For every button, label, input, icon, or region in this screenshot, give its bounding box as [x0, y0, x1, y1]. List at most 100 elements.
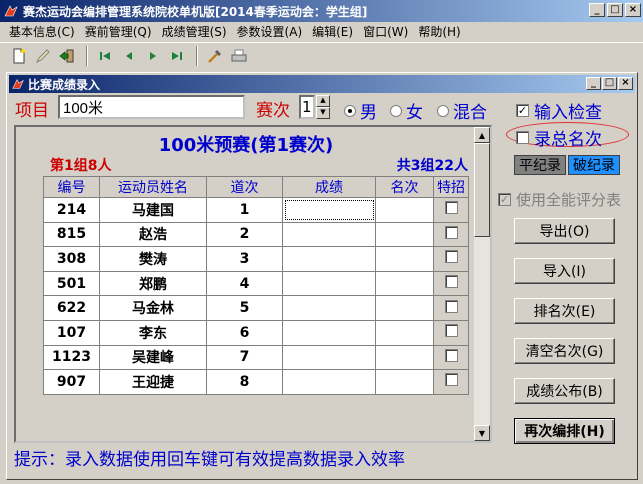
- next-icon: [150, 51, 156, 60]
- round-input[interactable]: 1: [299, 95, 315, 119]
- child-title-bar: 比赛成绩录入 _ □ ×: [9, 75, 635, 93]
- child-close-button[interactable]: ×: [618, 77, 633, 90]
- cell-special-recruit[interactable]: [433, 369, 469, 395]
- scroll-up-icon[interactable]: ▲: [474, 127, 490, 143]
- cell-rank-input[interactable]: [375, 344, 434, 371]
- new-button[interactable]: [8, 45, 30, 67]
- hint-text: 提示：录入数据使用回车键可有效提高数据录入效率: [14, 450, 405, 470]
- cell-score-input[interactable]: [282, 295, 376, 321]
- cell-rank-input[interactable]: [375, 246, 434, 272]
- cell-rank-input[interactable]: [375, 319, 434, 346]
- menu-basic-info[interactable]: 基本信息(C): [4, 23, 80, 40]
- record-total-rank-checkbox[interactable]: 录总名次: [516, 125, 602, 150]
- checkbox-empty-icon[interactable]: [444, 275, 458, 289]
- tie-record-badge[interactable]: 平纪录: [514, 155, 566, 175]
- cell-score-input[interactable]: [282, 344, 376, 371]
- grid-scrollbar[interactable]: ▲ ▼: [474, 127, 490, 441]
- checkbox-empty-icon[interactable]: [444, 324, 458, 338]
- menu-score-mgmt[interactable]: 成绩管理(S): [157, 23, 232, 40]
- rearrange-button[interactable]: 再次编排(H): [514, 418, 615, 444]
- menu-edit[interactable]: 编辑(E): [307, 23, 358, 40]
- col-header-id: 编号: [43, 176, 100, 198]
- menu-pre-match[interactable]: 赛前管理(Q): [80, 23, 157, 40]
- prev-record-button[interactable]: [118, 45, 140, 67]
- checkbox-empty-icon[interactable]: [444, 201, 458, 215]
- cell-rank-input[interactable]: [375, 270, 434, 297]
- table-row[interactable]: 1123 吴建峰 7: [43, 344, 469, 371]
- menu-settings[interactable]: 参数设置(A): [232, 23, 308, 40]
- break-record-badge[interactable]: 破纪录: [568, 155, 620, 175]
- table-row[interactable]: 815 赵浩 2: [43, 221, 469, 248]
- cell-special-recruit[interactable]: [433, 197, 469, 223]
- maximize-button[interactable]: □: [607, 3, 623, 17]
- cell-special-recruit[interactable]: [433, 319, 469, 346]
- cell-score-input[interactable]: [282, 270, 376, 297]
- table-row[interactable]: 501 郑鹏 4: [43, 270, 469, 297]
- score-table: 编号 运动员姓名 道次 成绩 名次 特招 214 马建国 1 815 赵浩 2 308 樊涛 3…: [43, 176, 469, 395]
- publish-results-button[interactable]: 成绩公布(B): [514, 378, 615, 404]
- child-minimize-button[interactable]: _: [586, 77, 601, 90]
- clear-rank-button[interactable]: 清空名次(G): [514, 338, 615, 364]
- cell-score-input[interactable]: [282, 319, 376, 346]
- table-row[interactable]: 907 王迎捷 8: [43, 369, 469, 395]
- checkbox-empty-icon[interactable]: [444, 299, 458, 313]
- gender-label-male: 男: [360, 103, 377, 123]
- cell-special-recruit[interactable]: [433, 295, 469, 321]
- gender-radio-mixed[interactable]: 混合: [437, 98, 487, 123]
- menu-help[interactable]: 帮助(H): [413, 23, 465, 40]
- exit-button[interactable]: [56, 45, 78, 67]
- cell-rank-input[interactable]: [375, 295, 434, 321]
- print-icon: [231, 49, 247, 61]
- cell-special-recruit[interactable]: [433, 246, 469, 272]
- next-record-button[interactable]: [142, 45, 164, 67]
- event-input[interactable]: [58, 95, 245, 119]
- cell-lane: 2: [206, 221, 283, 248]
- last-icon: [172, 51, 182, 60]
- import-button[interactable]: 导入(I): [514, 258, 615, 284]
- tools-button[interactable]: [204, 45, 226, 67]
- cell-score-input[interactable]: [282, 221, 376, 248]
- checkbox-empty-icon[interactable]: [444, 373, 458, 387]
- menu-window[interactable]: 窗口(W): [358, 23, 413, 40]
- cell-lane: 3: [206, 246, 283, 272]
- table-row[interactable]: 107 李东 6: [43, 319, 469, 346]
- cell-score-input[interactable]: [282, 246, 376, 272]
- table-row[interactable]: 214 马建国 1: [43, 197, 469, 223]
- cell-rank-input[interactable]: [375, 197, 434, 223]
- export-button[interactable]: 导出(O): [514, 218, 615, 244]
- cell-id: 1123: [43, 344, 100, 371]
- all-round-scoring-checkbox[interactable]: ✓ 使用全能评分表: [498, 189, 621, 210]
- checkbox-empty-icon[interactable]: [444, 225, 458, 239]
- first-record-button[interactable]: [94, 45, 116, 67]
- cell-special-recruit[interactable]: [433, 221, 469, 248]
- cell-rank-input[interactable]: [375, 369, 434, 395]
- scroll-thumb[interactable]: [474, 143, 490, 237]
- checkbox-empty-icon[interactable]: [444, 348, 458, 362]
- minimize-button[interactable]: _: [589, 3, 605, 17]
- cell-score-input[interactable]: [282, 197, 376, 223]
- table-row[interactable]: 622 马金林 5: [43, 295, 469, 321]
- cell-special-recruit[interactable]: [433, 270, 469, 297]
- child-window-controls: _ □ ×: [586, 77, 633, 90]
- close-button[interactable]: ×: [625, 3, 641, 17]
- cell-special-recruit[interactable]: [433, 344, 469, 371]
- input-check-checkbox[interactable]: ✓ 输入检查: [516, 98, 602, 123]
- scroll-down-icon[interactable]: ▼: [474, 425, 490, 441]
- round-spinner[interactable]: ▲ ▼: [316, 95, 330, 119]
- cell-score-input[interactable]: [282, 369, 376, 395]
- gender-radio-male[interactable]: 男: [344, 98, 377, 123]
- cell-athlete-name: 马建国: [99, 197, 207, 223]
- table-row[interactable]: 308 樊涛 3: [43, 246, 469, 272]
- rank-button[interactable]: 排名次(E): [514, 298, 615, 324]
- spin-down-icon[interactable]: ▼: [316, 107, 330, 119]
- cell-rank-input[interactable]: [375, 221, 434, 248]
- last-record-button[interactable]: [166, 45, 188, 67]
- print-button[interactable]: [228, 45, 250, 67]
- checkbox-empty-icon[interactable]: [444, 250, 458, 264]
- spin-up-icon[interactable]: ▲: [316, 95, 330, 107]
- cell-lane: 8: [206, 369, 283, 395]
- edit-button[interactable]: [32, 45, 54, 67]
- gender-radio-female[interactable]: 女: [390, 98, 423, 123]
- child-maximize-button[interactable]: □: [602, 77, 617, 90]
- cell-id: 107: [43, 319, 100, 346]
